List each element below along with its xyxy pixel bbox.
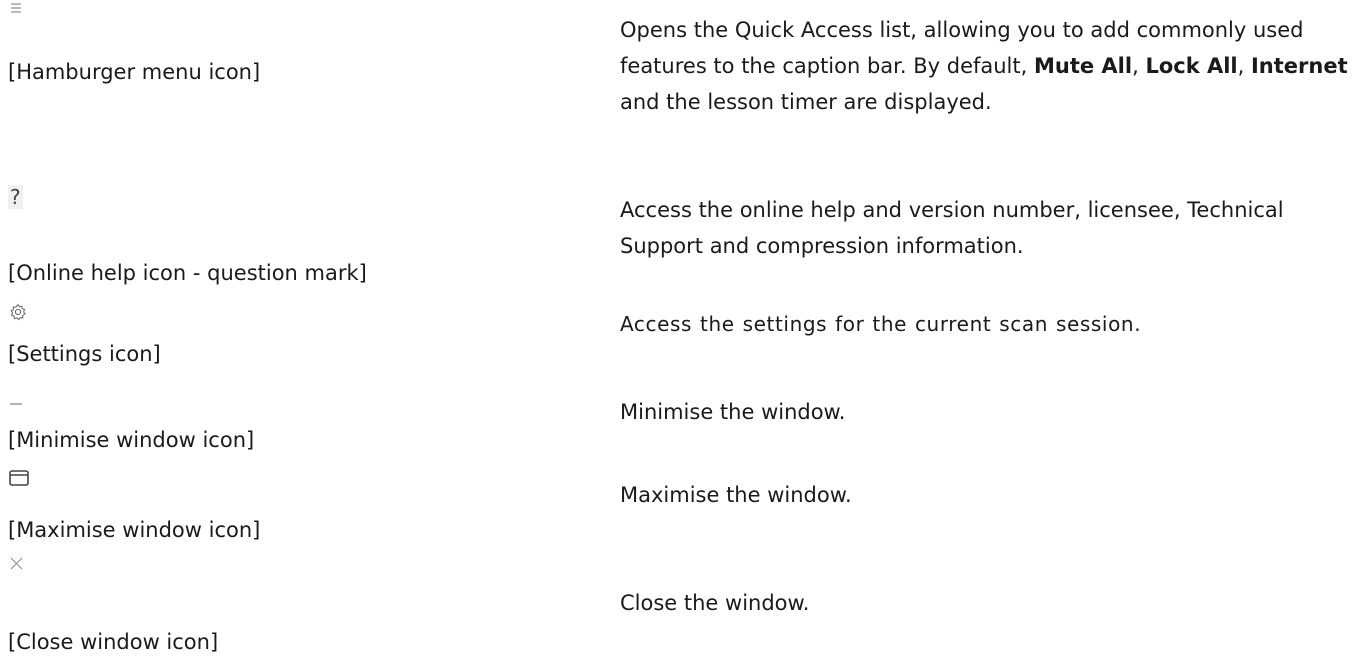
settings-description: Access the settings for the current scan… — [620, 312, 1142, 336]
mute-all-label: Mute All — [1033, 54, 1133, 78]
help-caption: [Online help icon - question mark] — [8, 261, 367, 285]
help-description: Access the online help and version numbe… — [620, 198, 1284, 258]
lock-all-label: Lock All — [1145, 54, 1238, 78]
maximise-description: Maximise the window. — [620, 483, 852, 507]
close-caption: [Close window icon] — [8, 630, 219, 654]
hamburger-caption: [Hamburger menu icon] — [8, 60, 261, 84]
hamburger-description: Opens the Quick Access list, allowing yo… — [620, 18, 1348, 114]
hamburger-menu-icon — [8, 0, 32, 24]
close-icon — [8, 554, 32, 578]
maximise-icon — [8, 468, 32, 492]
gear-icon — [8, 302, 32, 326]
minimise-caption: [Minimise window icon] — [8, 428, 255, 452]
internet-label: Internet — [1250, 54, 1348, 78]
settings-caption: [Settings icon] — [8, 342, 161, 366]
minimise-icon — [8, 392, 32, 416]
close-description: Close the window. — [620, 591, 810, 615]
help-icon: ? — [8, 185, 23, 209]
minimise-description: Minimise the window. — [620, 400, 846, 424]
maximise-caption: [Maximise window icon] — [8, 518, 261, 542]
